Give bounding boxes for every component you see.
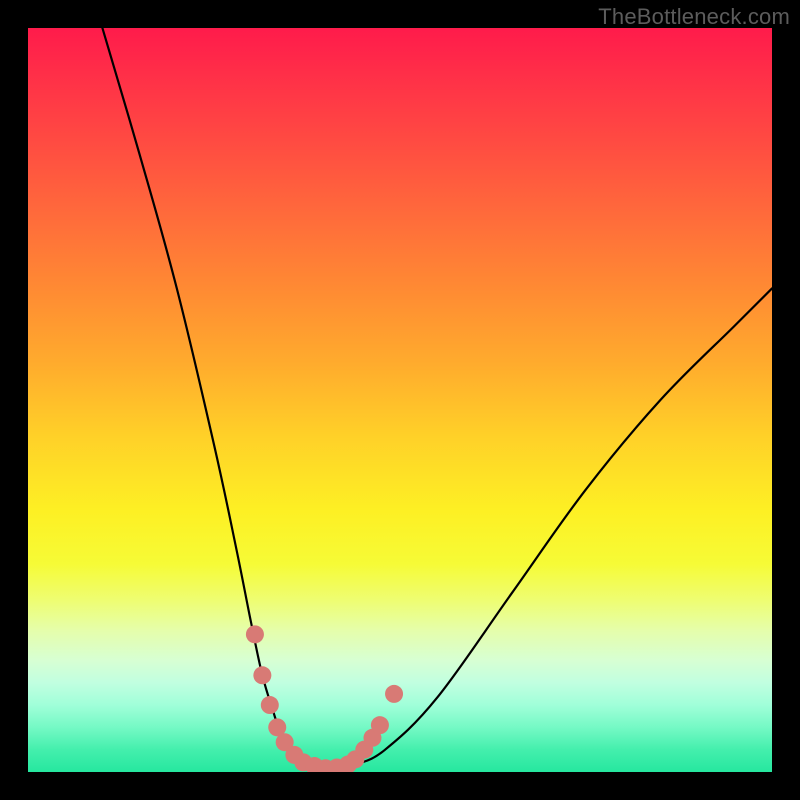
curve-layer [28, 28, 772, 772]
highlight-marker [385, 685, 403, 703]
highlight-marker [261, 696, 279, 714]
highlight-marker [253, 666, 271, 684]
bottleneck-curve [102, 28, 772, 769]
highlight-marker [371, 716, 389, 734]
plot-area [28, 28, 772, 772]
highlight-marker-group [246, 625, 403, 772]
chart-container: TheBottleneck.com [0, 0, 800, 800]
watermark-text: TheBottleneck.com [598, 4, 790, 30]
highlight-marker [246, 625, 264, 643]
